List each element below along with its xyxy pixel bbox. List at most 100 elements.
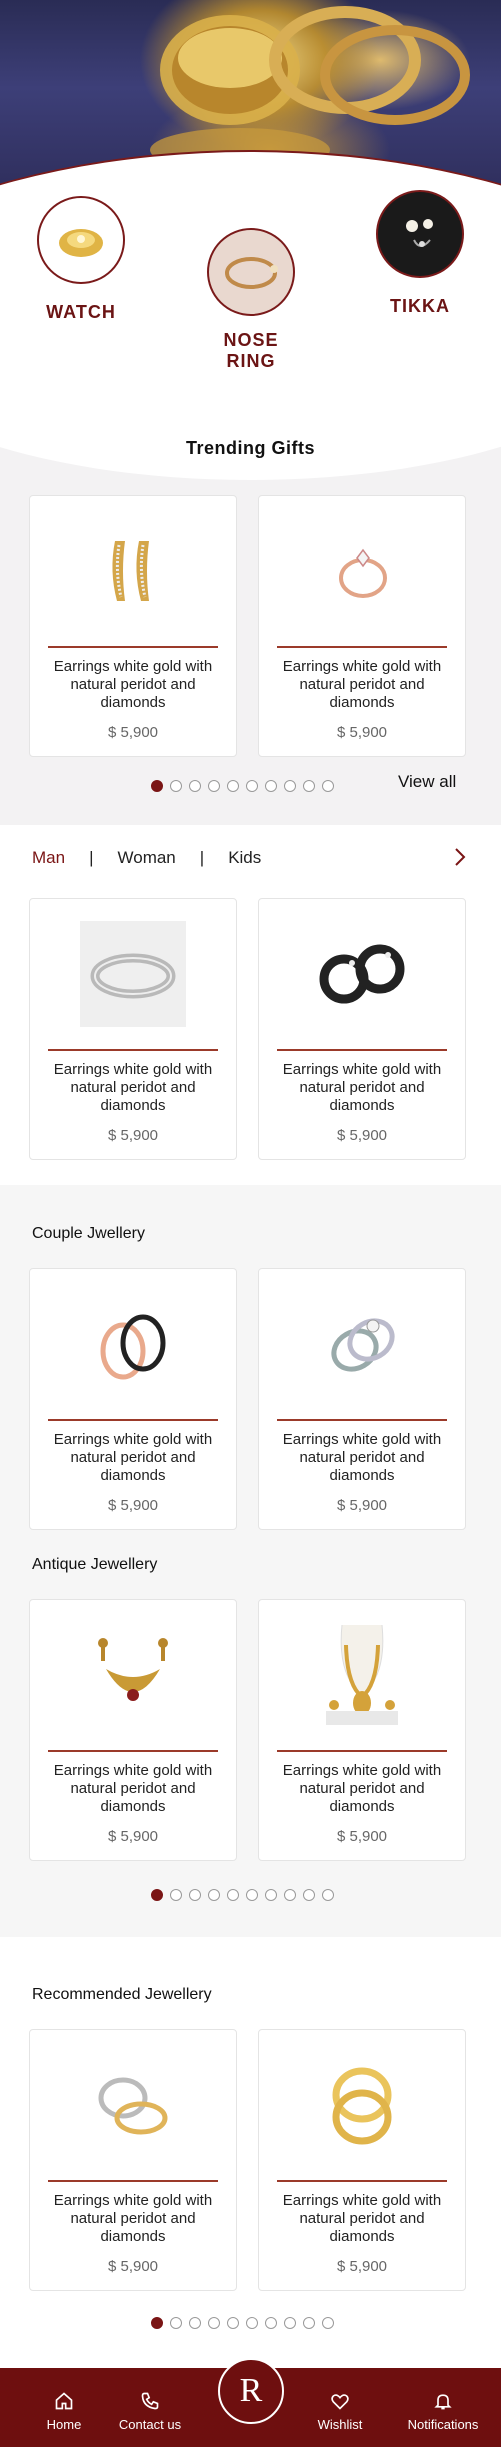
divider	[48, 646, 218, 648]
product-price: $ 5,900	[336, 1828, 388, 1845]
collections-pagination[interactable]	[151, 1889, 334, 1901]
pagination-dot[interactable]	[265, 2317, 277, 2329]
black-hoops-icon	[319, 944, 405, 1004]
pagination-dot[interactable]	[189, 2317, 201, 2329]
product-name: Earrings white gold with natural peridot…	[53, 1762, 213, 1815]
jewellery-home-page: WATCH NOSE RING TIKKA Trending Gifts Ear…	[0, 0, 501, 2447]
heart-icon	[331, 2394, 349, 2410]
product-price: $ 5,900	[107, 2258, 159, 2275]
tikka-image	[376, 190, 464, 278]
pagination-dot[interactable]	[227, 2317, 239, 2329]
nav-notifications[interactable]: Notifications	[395, 2368, 491, 2432]
product-price: $ 5,900	[336, 1497, 388, 1514]
pagination-dot[interactable]	[208, 2317, 220, 2329]
gender-tabs: Man | Woman | Kids	[32, 848, 261, 868]
pagination-dot[interactable]	[246, 1889, 258, 1901]
divider	[277, 2180, 447, 2182]
product-price: $ 5,900	[336, 2258, 388, 2275]
product-card[interactable]: Earrings white gold with natural peridot…	[258, 495, 466, 757]
pagination-dot[interactable]	[284, 1889, 296, 1901]
product-card[interactable]: Earrings white gold with natural peridot…	[29, 898, 237, 1160]
category-watch[interactable]: WATCH	[36, 196, 126, 323]
nav-wishlist[interactable]: Wishlist	[305, 2368, 375, 2432]
pagination-dot[interactable]	[246, 2317, 258, 2329]
pagination-dot[interactable]	[265, 1889, 277, 1901]
product-card[interactable]: Earrings white gold with natural peridot…	[258, 1599, 466, 1861]
pagination-dot[interactable]	[189, 1889, 201, 1901]
bell-icon	[434, 2394, 452, 2410]
category-nose-ring[interactable]: NOSE RING	[206, 228, 296, 372]
tab-separator: |	[199, 848, 205, 867]
home-icon	[55, 2392, 73, 2410]
tab-man[interactable]: Man	[32, 848, 65, 868]
product-price: $ 5,900	[107, 724, 159, 741]
pagination-dot[interactable]	[284, 2317, 296, 2329]
pagination-dot[interactable]	[170, 1889, 182, 1901]
pagination-dot[interactable]	[151, 780, 163, 792]
rose-gold-ring-icon	[339, 548, 387, 598]
trending-pagination[interactable]	[151, 780, 334, 792]
name-rings-icon	[98, 2077, 168, 2135]
tab-woman[interactable]: Woman	[118, 848, 176, 868]
product-card[interactable]: Earrings white gold with natural peridot…	[258, 898, 466, 1160]
tikka-icon	[406, 219, 433, 247]
product-card[interactable]: Earrings white gold with natural peridot…	[29, 495, 237, 757]
chevron-right-icon[interactable]	[448, 845, 472, 869]
divider	[277, 1419, 447, 1421]
tab-kids[interactable]: Kids	[228, 848, 261, 868]
product-name: Earrings white gold with natural peridot…	[53, 1431, 213, 1484]
pagination-dot[interactable]	[303, 780, 315, 792]
pagination-dot[interactable]	[322, 780, 334, 792]
product-card[interactable]: Earrings white gold with natural peridot…	[29, 1599, 237, 1861]
nav-home[interactable]: Home	[36, 2368, 92, 2432]
silver-band-icon	[90, 953, 176, 999]
pagination-dot[interactable]	[246, 780, 258, 792]
pagination-dot[interactable]	[151, 2317, 163, 2329]
product-name: Earrings white gold with natural peridot…	[282, 1061, 442, 1114]
category-tikka[interactable]: TIKKA	[375, 190, 465, 317]
pagination-dot[interactable]	[189, 780, 201, 792]
pagination-dot[interactable]	[170, 780, 182, 792]
trending-title: Trending Gifts	[185, 438, 315, 458]
nav-label: Home	[46, 2417, 82, 2432]
product-card[interactable]: Earrings white gold with natural peridot…	[258, 2029, 466, 2291]
product-card[interactable]: Earrings white gold with natural peridot…	[29, 2029, 237, 2291]
pagination-dot[interactable]	[303, 1889, 315, 1901]
pagination-dot[interactable]	[322, 2317, 334, 2329]
antique-set-icon	[98, 1638, 168, 1701]
pagination-dot[interactable]	[227, 780, 239, 792]
product-name: Earrings white gold with natural peridot…	[282, 1762, 442, 1815]
category-label: NOSE RING	[223, 330, 279, 371]
divider	[48, 1750, 218, 1752]
pagination-dot[interactable]	[265, 780, 277, 792]
product-price: $ 5,900	[336, 724, 388, 741]
pagination-dot[interactable]	[303, 2317, 315, 2329]
view-all-link[interactable]: View all	[398, 772, 456, 792]
pagination-dot[interactable]	[151, 1889, 163, 1901]
brand-logo[interactable]: R	[218, 2358, 284, 2424]
product-name: Earrings white gold with natural peridot…	[53, 658, 213, 711]
pagination-dot[interactable]	[208, 1889, 220, 1901]
gold-necklace-icon	[326, 1624, 398, 1725]
gold-bangles-icon	[332, 2067, 392, 2145]
divider	[277, 1049, 447, 1051]
product-card[interactable]: Earrings white gold with natural peridot…	[29, 1268, 237, 1530]
category-label: TIKKA	[390, 296, 450, 316]
pagination-dot[interactable]	[284, 780, 296, 792]
pagination-dot[interactable]	[170, 2317, 182, 2329]
product-card[interactable]: Earrings white gold with natural peridot…	[258, 1268, 466, 1530]
divider	[48, 2180, 218, 2182]
pagination-dot[interactable]	[322, 1889, 334, 1901]
product-price: $ 5,900	[107, 1828, 159, 1845]
product-price: $ 5,900	[336, 1127, 388, 1144]
nav-contact[interactable]: Contact us	[110, 2368, 190, 2432]
nav-label: Notifications	[407, 2417, 479, 2432]
recommended-pagination[interactable]	[151, 2317, 334, 2329]
gold-ring-icon	[59, 229, 103, 257]
product-name: Earrings white gold with natural peridot…	[282, 658, 442, 711]
pagination-dot[interactable]	[227, 1889, 239, 1901]
hero-banner	[0, 0, 501, 220]
couple-title: Couple Jwellery	[32, 1225, 145, 1242]
pagination-dot[interactable]	[208, 780, 220, 792]
phone-icon	[141, 2392, 159, 2410]
